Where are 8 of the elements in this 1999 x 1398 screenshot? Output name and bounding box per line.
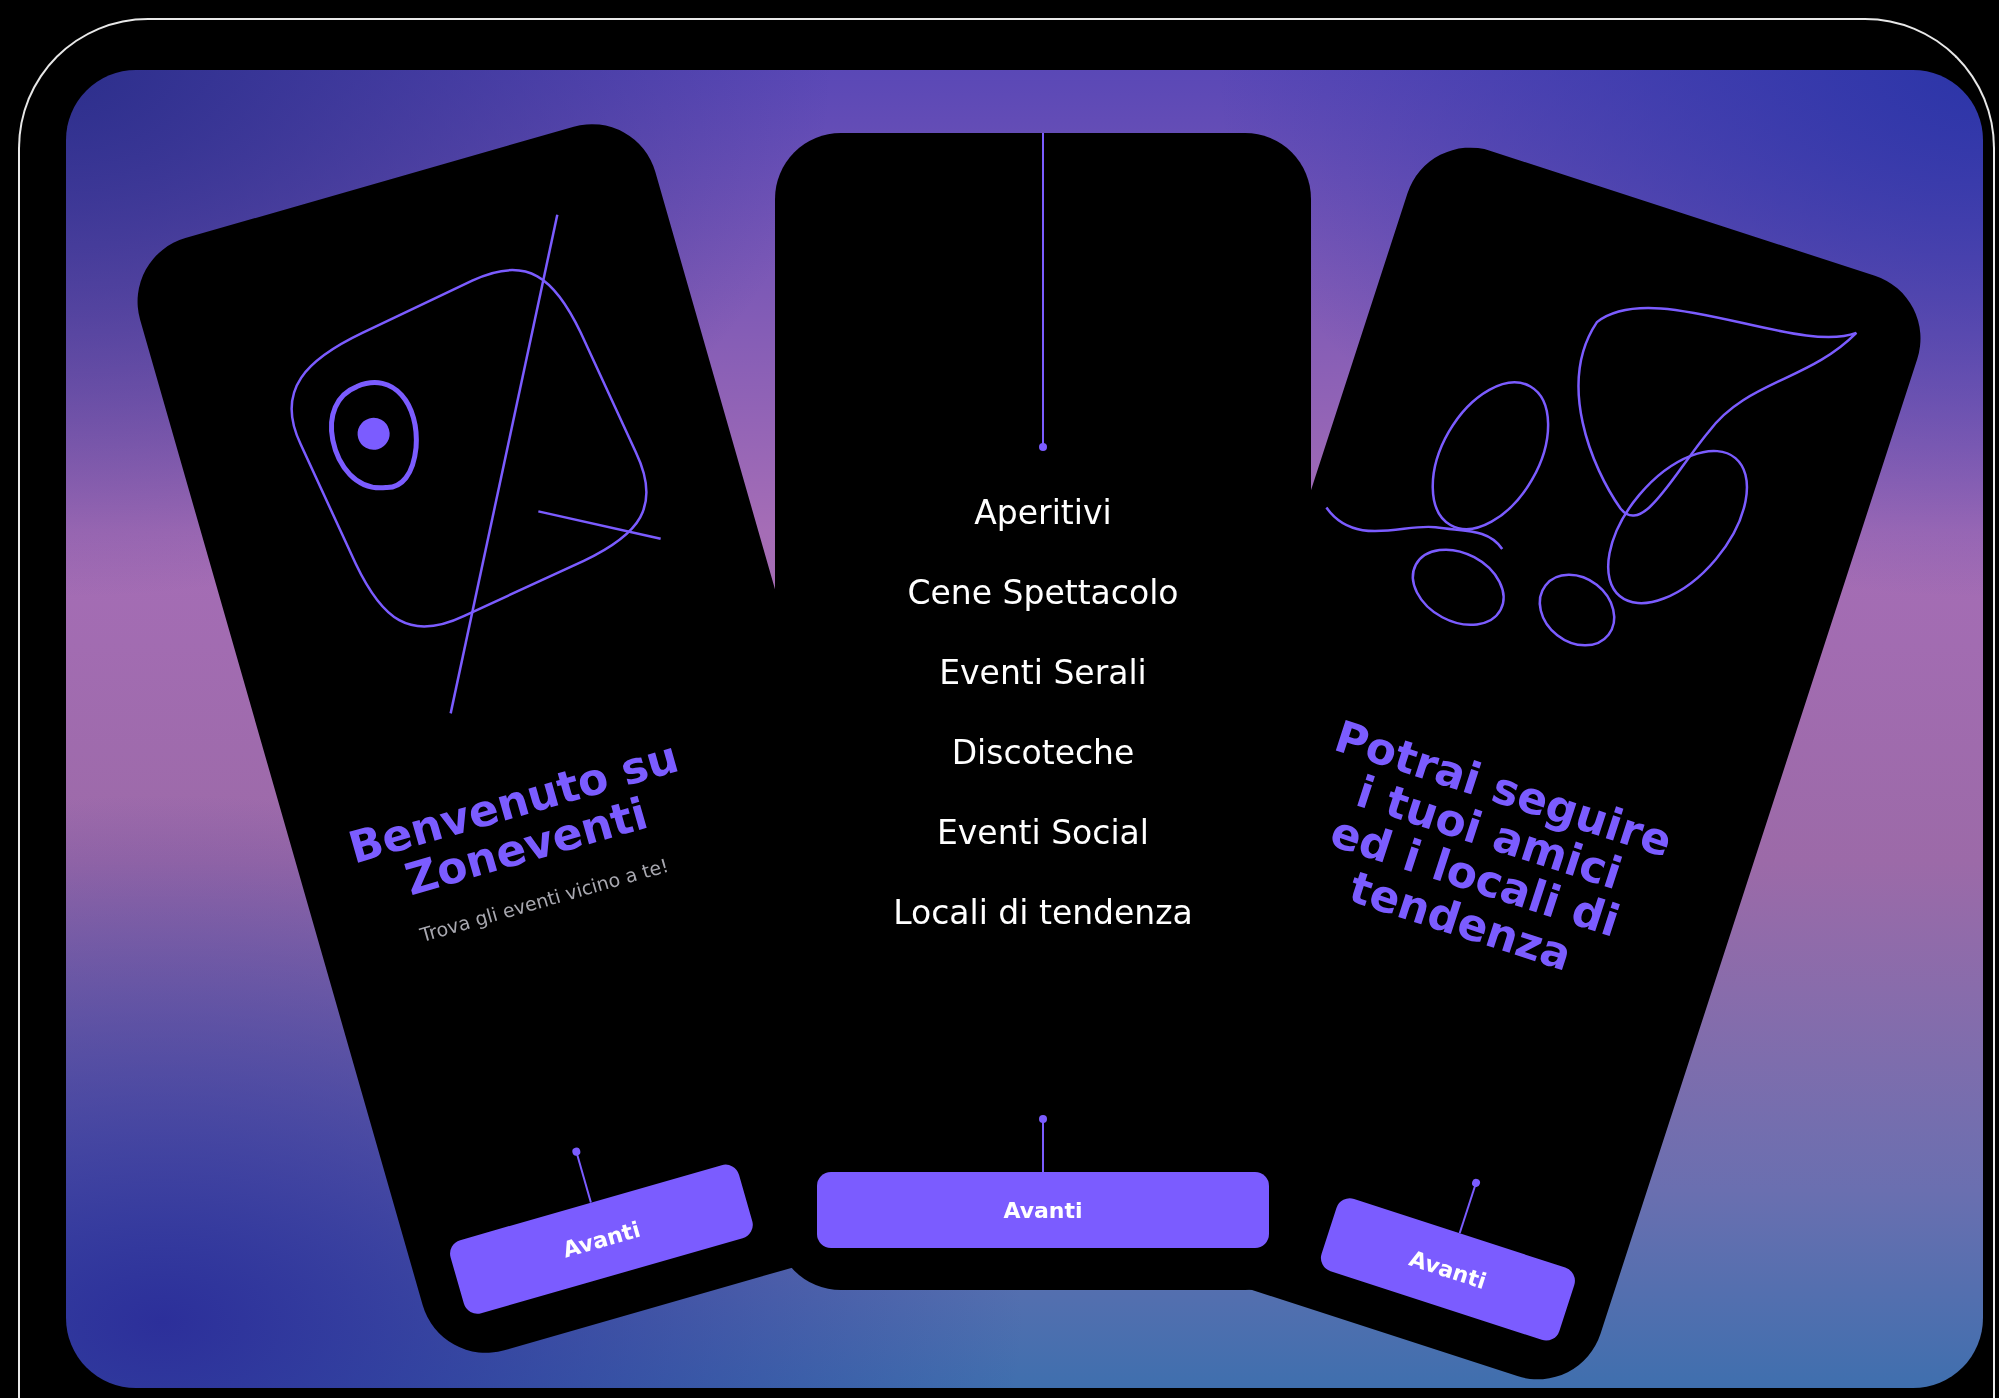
category-item: Cene Spettacolo <box>907 572 1179 614</box>
category-item: Eventi Serali <box>939 652 1147 694</box>
category-item: Discoteche <box>951 732 1135 774</box>
pin-line-drawing <box>1038 1114 1048 1172</box>
category-item: Aperitivi <box>974 492 1112 534</box>
category-item: Eventi Social <box>936 812 1149 854</box>
category-item: Locali di tendenza <box>893 892 1193 934</box>
next-button[interactable]: Avanti <box>817 1172 1269 1248</box>
